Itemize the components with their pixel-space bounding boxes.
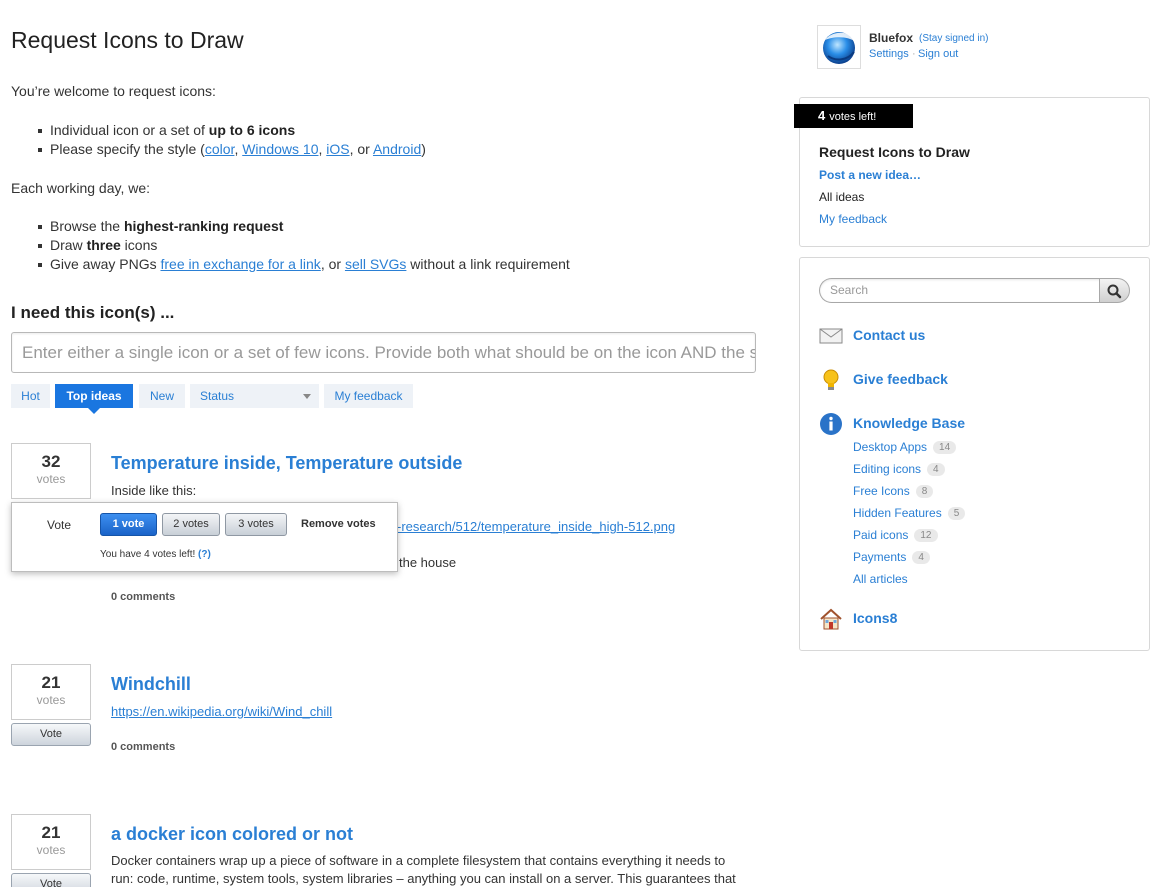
remove-votes-button[interactable]: Remove votes — [301, 518, 376, 530]
all-ideas-link[interactable]: All ideas — [819, 190, 864, 204]
idea-item: 21 votes Vote a docker icon colored or n… — [11, 814, 756, 887]
idea-title[interactable]: Temperature inside, Temperature outside — [111, 453, 462, 474]
each-day-text: Each working day, we: — [11, 180, 151, 196]
separator-dot: · — [912, 48, 916, 60]
idea-heading: I need this icon(s) ... — [11, 303, 175, 322]
search-box: Search — [819, 278, 1130, 303]
count-badge: 4 — [912, 551, 930, 564]
count-badge: 5 — [947, 507, 966, 520]
kb-category-link[interactable]: Desktop Apps 14 — [853, 440, 957, 454]
kb-category-link[interactable]: Editing icons 4 — [853, 462, 945, 476]
vote-count-label: votes — [36, 693, 66, 707]
envelope-icon — [819, 328, 843, 344]
contact-us-label: Contact us — [853, 327, 926, 343]
all-articles-link[interactable]: All articles — [853, 572, 908, 586]
chevron-down-icon — [303, 394, 311, 399]
bluefox-logo-icon — [823, 32, 856, 64]
vote-count: 21 — [41, 823, 61, 842]
vote-button[interactable]: Vote — [11, 723, 91, 746]
search-input[interactable]: Search — [819, 278, 1101, 303]
vote-count-label: votes — [36, 472, 66, 486]
idea-item: 21 votes Vote Windchill https://en.wikip… — [11, 664, 756, 764]
vote-count: 21 — [41, 673, 61, 692]
idea-description: Docker containers wrap up a piece of sof… — [111, 853, 736, 886]
daily-process-list: Browse the highest-ranking request Draw … — [38, 217, 570, 274]
idea-title[interactable]: a docker icon colored or not — [111, 824, 353, 845]
vote-count-box: 21 votes — [11, 664, 91, 720]
search-button[interactable] — [1099, 278, 1130, 303]
tab-top-ideas[interactable]: Top ideas — [55, 384, 133, 414]
tab-my-feedback[interactable]: My feedback — [324, 384, 413, 408]
comments-link[interactable]: 0 comments — [111, 591, 175, 603]
settings-link[interactable]: Settings — [869, 48, 909, 60]
one-vote-button[interactable]: 1 vote — [100, 513, 157, 536]
kb-category-link[interactable]: Paid icons 12 — [853, 528, 938, 542]
page-title: Request Icons to Draw — [11, 27, 244, 53]
list-item: Please specify the style (color, Windows… — [38, 141, 426, 157]
status-dropdown[interactable]: Status — [190, 384, 319, 408]
help-link[interactable]: (?) — [198, 549, 211, 560]
tab-new[interactable]: New — [139, 384, 185, 408]
three-votes-button[interactable]: 3 votes — [225, 513, 287, 536]
idea-input[interactable]: Enter either a single icon or a set of f… — [11, 332, 756, 373]
support-panel: Search Contact us Give feedback Knowledg… — [799, 257, 1150, 651]
list-item: Individual icon or a set of up to 6 icon… — [38, 121, 426, 140]
votes-left-note: You have 4 votes left! (?) — [100, 549, 211, 560]
list-item: Browse the highest-ranking request — [38, 217, 570, 236]
tab-hot[interactable]: Hot — [11, 384, 50, 408]
comments-link[interactable]: 0 comments — [111, 741, 175, 753]
lightbulb-icon — [823, 369, 839, 390]
style-android-link[interactable]: Android — [373, 141, 421, 157]
vote-count-label: votes — [36, 843, 66, 857]
vote-count-box: 32 votes — [11, 443, 91, 499]
avatar[interactable] — [817, 25, 861, 69]
count-badge: 8 — [915, 485, 934, 498]
vote-count-box: 21 votes — [11, 814, 91, 870]
info-icon — [820, 413, 842, 435]
kb-category-link[interactable]: Free Icons 8 — [853, 484, 934, 498]
post-new-idea-link[interactable]: Post a new idea… — [819, 168, 921, 182]
kb-category-link[interactable]: Payments 4 — [853, 550, 930, 564]
kb-category-link[interactable]: Hidden Features 5 — [853, 506, 966, 520]
house-icon — [820, 608, 842, 630]
vote-popup: Vote 1 vote 2 votes 3 votes Remove votes… — [11, 502, 398, 572]
vote-button[interactable]: Vote — [11, 873, 91, 887]
style-windows10-link[interactable]: Windows 10 — [242, 141, 318, 157]
count-badge: 14 — [933, 441, 957, 454]
list-item: Draw three icons — [38, 236, 570, 255]
user-name: Bluefox — [869, 31, 914, 45]
count-badge: 4 — [927, 463, 945, 476]
idea-link[interactable]: -research/512/temperature_inside_high-51… — [397, 519, 675, 534]
list-item: Give away PNGs free in exchange for a li… — [38, 256, 570, 272]
search-icon — [1107, 284, 1122, 299]
icons8-label: Icons8 — [853, 610, 898, 626]
request-rules-list: Individual icon or a set of up to 6 icon… — [38, 121, 426, 159]
two-votes-button[interactable]: 2 votes — [162, 513, 220, 536]
vote-popup-label: Vote — [47, 518, 72, 532]
sign-out-link[interactable]: Sign out — [918, 48, 958, 60]
intro-text: You’re welcome to request icons: — [11, 83, 216, 99]
idea-description-cont: the house — [399, 555, 457, 570]
idea-title[interactable]: Windchill — [111, 674, 191, 695]
free-link-link[interactable]: free in exchange for a link — [160, 256, 320, 272]
count-badge: 12 — [914, 529, 938, 542]
give-feedback-label: Give feedback — [853, 371, 948, 387]
knowledge-base-label: Knowledge Base — [853, 415, 966, 431]
my-feedback-link[interactable]: My feedback — [819, 212, 887, 226]
idea-link[interactable]: https://en.wikipedia.org/wiki/Wind_chill — [111, 704, 332, 719]
idea-description: Inside like this: — [111, 483, 197, 498]
style-ios-link[interactable]: iOS — [326, 141, 349, 157]
style-color-link[interactable]: color — [205, 141, 235, 157]
votes-left-badge: 4 votes left! — [794, 104, 913, 128]
stay-signed-in-link[interactable]: (Stay signed in) — [919, 33, 988, 44]
forum-title: Request Icons to Draw — [819, 144, 970, 160]
sell-svgs-link[interactable]: sell SVGs — [345, 256, 406, 272]
vote-count: 32 — [41, 452, 61, 471]
